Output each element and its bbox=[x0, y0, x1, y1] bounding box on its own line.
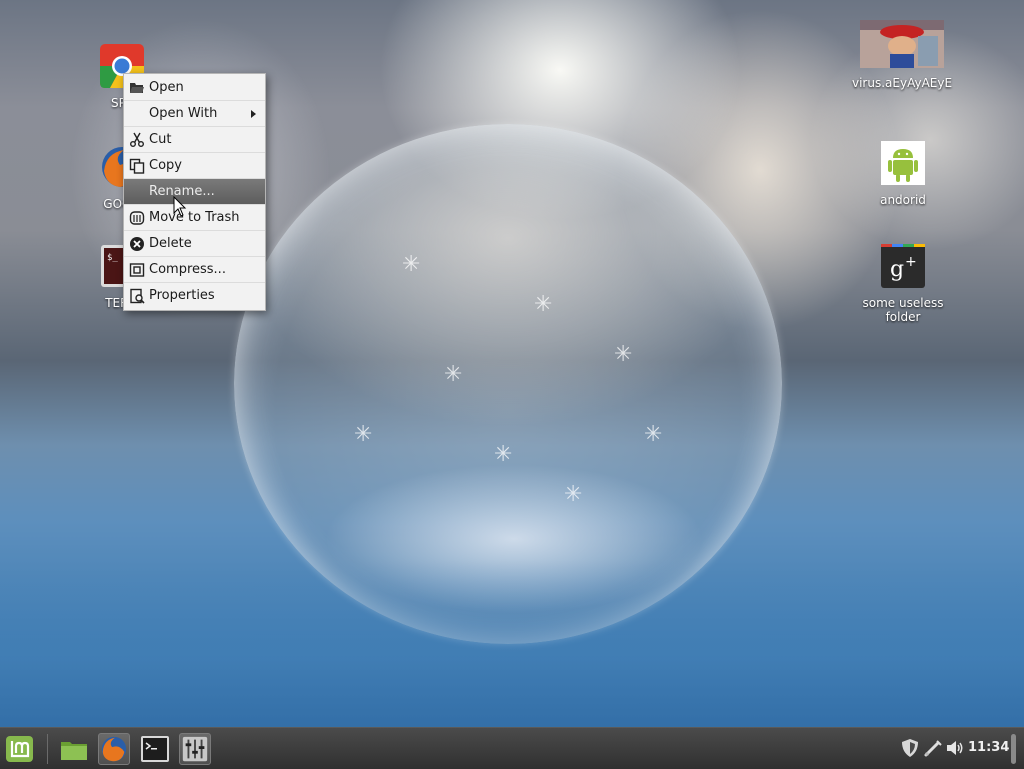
menu-item-rename[interactable]: Rename... bbox=[124, 179, 265, 205]
mixer-launcher[interactable] bbox=[179, 733, 211, 765]
menu-item-copy[interactable]: Copy bbox=[124, 153, 265, 179]
menu-item-compress[interactable]: Compress... bbox=[124, 257, 265, 283]
wallpaper-snow bbox=[0, 560, 1024, 726]
trash-icon bbox=[129, 211, 145, 225]
menu-item-label: Open With bbox=[149, 106, 218, 121]
submenu-arrow-icon bbox=[251, 110, 256, 118]
menu-item-label: Delete bbox=[149, 236, 192, 251]
menu-item-label: Compress... bbox=[149, 262, 226, 277]
desktop-icon-label: some useless folder bbox=[862, 296, 944, 324]
bottom-panel: 11:34 bbox=[0, 727, 1024, 769]
menu-item-open-with[interactable]: Open With bbox=[124, 101, 265, 127]
folder-open-icon bbox=[130, 83, 144, 93]
menu-item-label: Properties bbox=[149, 288, 215, 303]
panel-clock[interactable]: 11:34 bbox=[968, 740, 1009, 755]
shield-icon[interactable] bbox=[900, 738, 920, 758]
menu-item-open[interactable]: Open bbox=[124, 75, 265, 101]
terminal-launcher[interactable] bbox=[139, 733, 171, 765]
image-thumbnail-icon bbox=[860, 20, 944, 68]
menu-item-move-to-trash[interactable]: Move to Trash bbox=[124, 205, 265, 231]
network-icon[interactable] bbox=[923, 738, 943, 758]
scissors-icon bbox=[130, 132, 144, 147]
desktop-icon-virus[interactable]: virus.aEyAyAEyE bbox=[852, 20, 952, 90]
desktop-icon-label: virus.aEyAyAEyE bbox=[852, 76, 953, 90]
menu-item-properties[interactable]: Properties bbox=[124, 283, 265, 309]
delete-icon bbox=[130, 237, 144, 251]
menu-item-label: Open bbox=[149, 80, 184, 95]
volume-icon[interactable] bbox=[945, 738, 965, 758]
menu-item-label: Move to Trash bbox=[149, 210, 240, 225]
google-plus-icon: g + bbox=[881, 244, 925, 288]
copy-icon bbox=[129, 158, 145, 174]
svg-text:+: + bbox=[905, 254, 917, 270]
panel-separator bbox=[47, 734, 48, 764]
context-menu: Open Open With Cut Copy Rename... Move t… bbox=[123, 73, 266, 311]
files-launcher[interactable] bbox=[58, 733, 90, 765]
menu-item-cut[interactable]: Cut bbox=[124, 127, 265, 153]
menu-item-label: Cut bbox=[149, 132, 172, 147]
menu-item-label: Copy bbox=[149, 158, 182, 173]
desktop-icon-label: andorid bbox=[880, 193, 926, 207]
mixer-icon bbox=[182, 736, 208, 762]
terminal-icon bbox=[141, 736, 169, 762]
desktop-icon-andorid[interactable]: andorid bbox=[855, 141, 951, 207]
compress-icon bbox=[129, 263, 145, 277]
svg-text:g: g bbox=[890, 257, 904, 282]
panel-handle[interactable] bbox=[1011, 734, 1016, 764]
properties-icon bbox=[130, 288, 145, 304]
firefox-launcher[interactable] bbox=[98, 733, 130, 765]
mint-menu-icon bbox=[6, 736, 33, 762]
mouse-pointer-icon bbox=[173, 196, 187, 217]
android-icon bbox=[881, 141, 925, 189]
desktop-icon-some-useless-folder[interactable]: g + some useless folder bbox=[855, 244, 951, 324]
menu-item-delete[interactable]: Delete bbox=[124, 231, 265, 257]
mint-menu-button[interactable] bbox=[4, 733, 36, 765]
files-icon bbox=[61, 742, 87, 760]
firefox-icon bbox=[101, 736, 127, 762]
svg-text:$_: $_ bbox=[107, 253, 118, 263]
